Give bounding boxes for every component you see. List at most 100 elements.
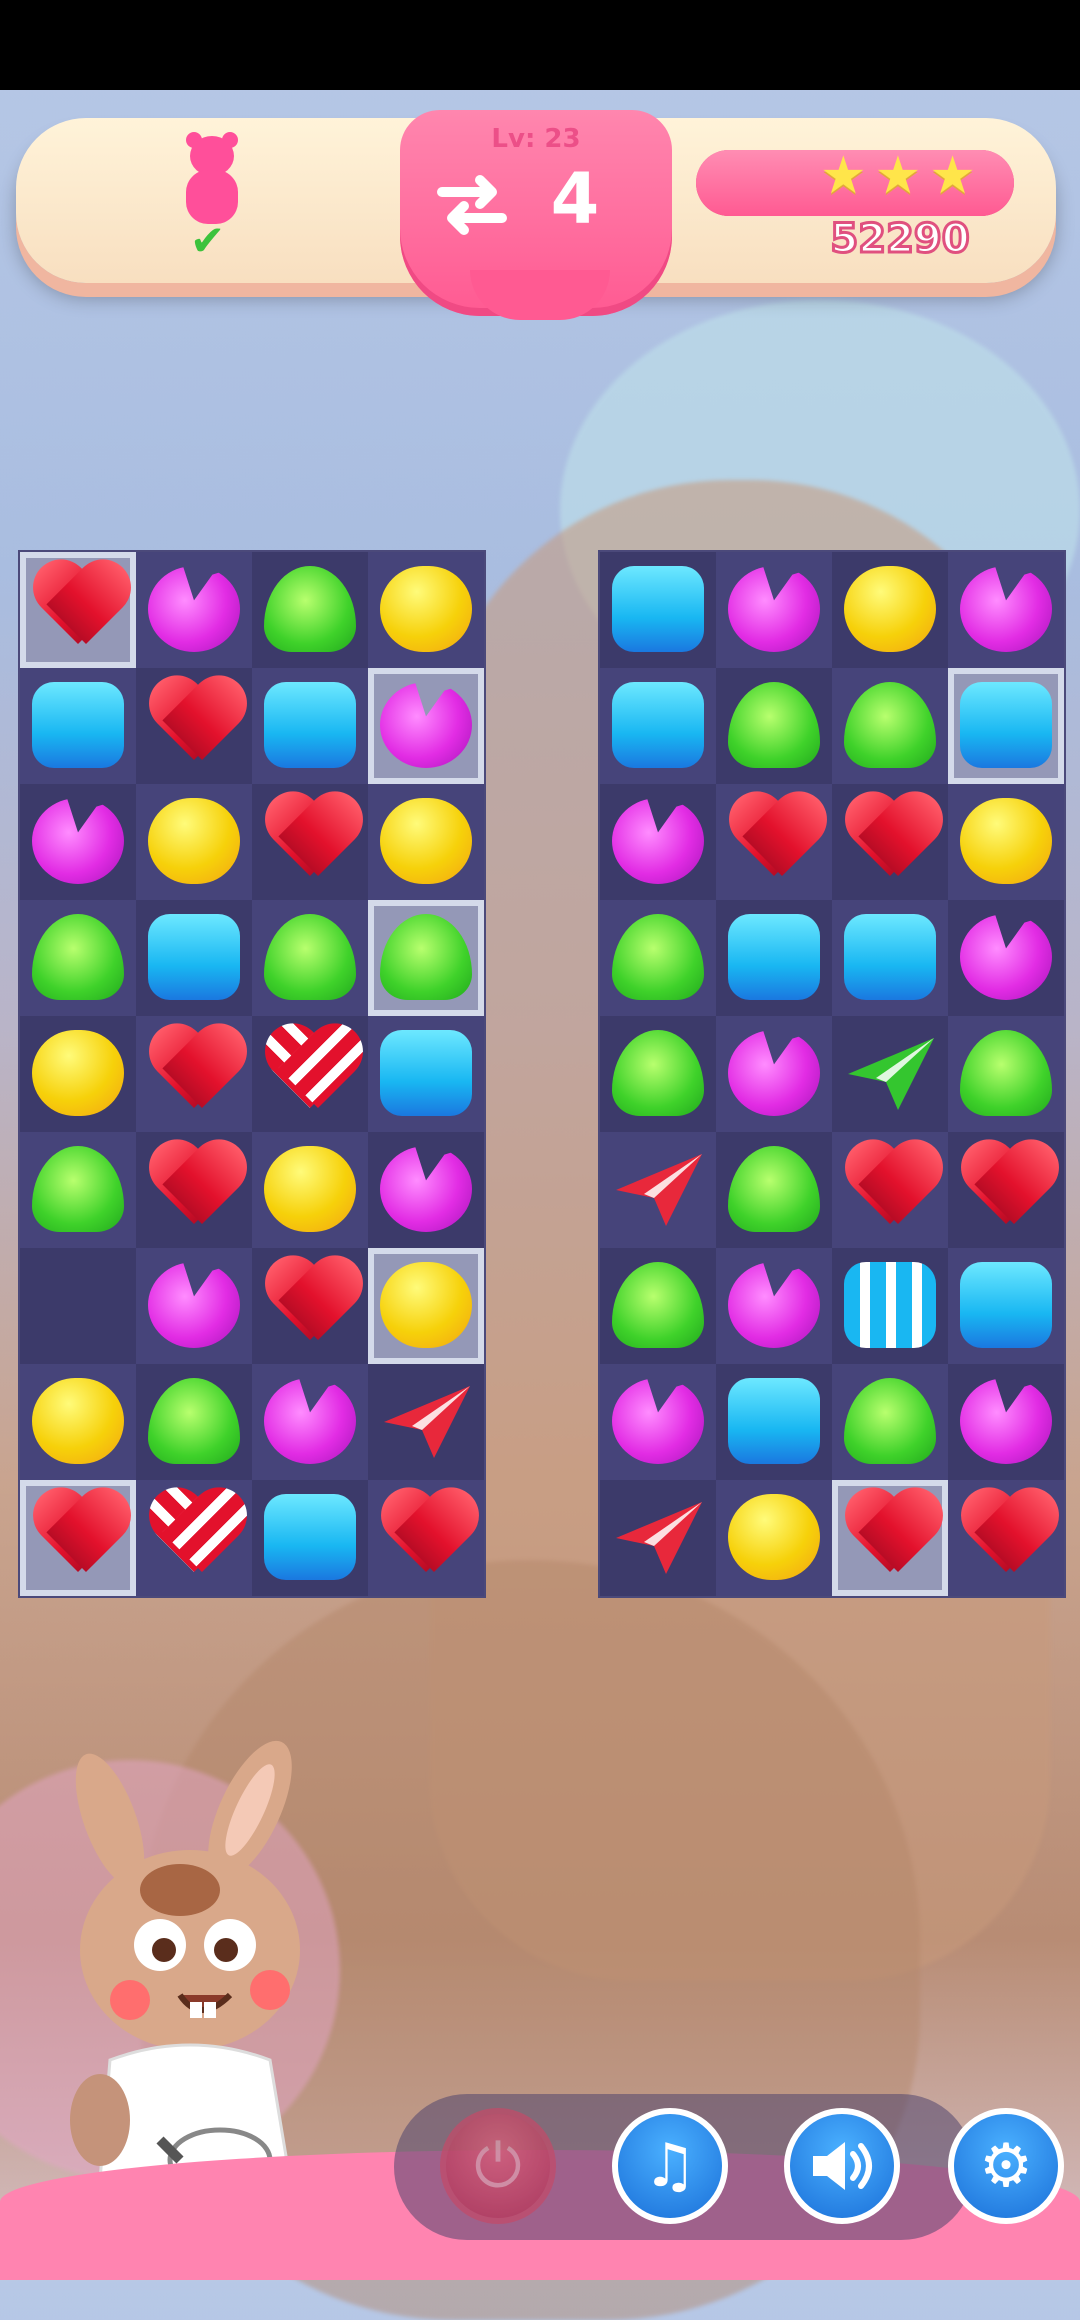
board-cell[interactable] (600, 1364, 716, 1480)
settings-button[interactable]: ⚙ (948, 2108, 1064, 2224)
green-drop-candy[interactable] (728, 682, 820, 768)
purple-moon-candy[interactable] (32, 798, 124, 884)
board-cell[interactable] (948, 900, 1064, 1016)
board-cell[interactable] (252, 552, 368, 668)
red-heart-candy[interactable] (842, 1144, 938, 1234)
music-toggle-button[interactable]: ♫ (612, 2108, 728, 2224)
board-cell[interactable] (252, 1364, 368, 1480)
yellow-round-candy[interactable] (380, 1262, 472, 1348)
board-cell[interactable] (832, 552, 948, 668)
board-cell[interactable] (368, 1132, 484, 1248)
paper-plane-candy[interactable] (846, 1034, 936, 1114)
board-cell[interactable] (832, 1016, 948, 1132)
purple-moon-candy[interactable] (728, 566, 820, 652)
purple-moon-candy[interactable] (380, 682, 472, 768)
blue-square-candy[interactable] (728, 1378, 820, 1464)
frozen-board-cell[interactable] (20, 552, 136, 668)
green-drop-candy[interactable] (380, 914, 472, 1000)
yellow-round-candy[interactable] (380, 566, 472, 652)
green-drop-candy[interactable] (844, 682, 936, 768)
purple-moon-candy[interactable] (960, 914, 1052, 1000)
green-drop-candy[interactable] (612, 1262, 704, 1348)
board-cell[interactable] (20, 1364, 136, 1480)
purple-moon-candy[interactable] (612, 798, 704, 884)
board-cell[interactable] (252, 1248, 368, 1364)
board-cell[interactable] (716, 1248, 832, 1364)
blue-square-candy[interactable] (612, 682, 704, 768)
power-button[interactable]: ⏻ (440, 2108, 556, 2224)
blue-square-candy[interactable] (264, 682, 356, 768)
yellow-round-candy[interactable] (728, 1494, 820, 1580)
red-heart-candy[interactable] (262, 1260, 358, 1350)
yellow-round-candy[interactable] (380, 798, 472, 884)
red-heart-candy[interactable] (30, 1492, 126, 1582)
blue-square-candy[interactable] (32, 682, 124, 768)
board-cell[interactable] (600, 784, 716, 900)
board-cell[interactable] (832, 1364, 948, 1480)
green-drop-candy[interactable] (844, 1378, 936, 1464)
board-cell[interactable] (948, 1248, 1064, 1364)
board-cell[interactable] (832, 1248, 948, 1364)
board-cell[interactable] (136, 1132, 252, 1248)
board-cell[interactable] (136, 1248, 252, 1364)
red-heart-candy[interactable] (378, 1492, 474, 1582)
frozen-board-cell[interactable] (20, 1480, 136, 1596)
blue-square-candy[interactable] (960, 682, 1052, 768)
purple-moon-candy[interactable] (148, 1262, 240, 1348)
red-heart-candy[interactable] (30, 564, 126, 654)
board-cell[interactable] (368, 1480, 484, 1596)
board-cell[interactable] (600, 1248, 716, 1364)
board-cell[interactable] (600, 900, 716, 1016)
board-cell[interactable] (136, 784, 252, 900)
striped-red-heart-candy[interactable] (262, 1028, 358, 1118)
board-cell[interactable] (832, 900, 948, 1016)
frozen-board-cell[interactable] (948, 668, 1064, 784)
board-cell[interactable] (252, 668, 368, 784)
board-cell[interactable] (716, 1480, 832, 1596)
board-cell[interactable] (716, 1364, 832, 1480)
blue-square-candy[interactable] (728, 914, 820, 1000)
blue-square-candy[interactable] (264, 1494, 356, 1580)
board-cell[interactable] (252, 1016, 368, 1132)
sound-toggle-button[interactable] (784, 2108, 900, 2224)
purple-moon-candy[interactable] (380, 1146, 472, 1232)
board-cell[interactable] (600, 668, 716, 784)
green-drop-candy[interactable] (728, 1146, 820, 1232)
green-drop-candy[interactable] (612, 1030, 704, 1116)
purple-moon-candy[interactable] (264, 1378, 356, 1464)
board-cell[interactable] (948, 784, 1064, 900)
board-cell[interactable] (136, 1364, 252, 1480)
board-cell[interactable] (20, 1016, 136, 1132)
board-cell[interactable] (368, 1016, 484, 1132)
red-heart-candy[interactable] (726, 796, 822, 886)
paper-plane-candy[interactable] (382, 1382, 472, 1462)
board-cell[interactable] (136, 668, 252, 784)
purple-moon-candy[interactable] (148, 566, 240, 652)
purple-moon-candy[interactable] (960, 1378, 1052, 1464)
board-cell[interactable] (136, 1016, 252, 1132)
striped-blue-square-candy[interactable] (844, 1262, 936, 1348)
board-cell[interactable] (832, 668, 948, 784)
red-heart-candy[interactable] (842, 796, 938, 886)
paper-plane-candy[interactable] (614, 1498, 704, 1578)
board-cell[interactable] (832, 1132, 948, 1248)
board-cell[interactable] (716, 784, 832, 900)
board-cell[interactable] (716, 1132, 832, 1248)
green-drop-candy[interactable] (264, 566, 356, 652)
board-cell[interactable] (716, 668, 832, 784)
blue-square-candy[interactable] (612, 566, 704, 652)
paper-plane-candy[interactable] (614, 1150, 704, 1230)
purple-moon-candy[interactable] (728, 1262, 820, 1348)
frozen-board-cell[interactable] (368, 1248, 484, 1364)
green-drop-candy[interactable] (264, 914, 356, 1000)
board-cell[interactable] (948, 1364, 1064, 1480)
board-cell[interactable] (948, 1132, 1064, 1248)
board-cell[interactable] (948, 552, 1064, 668)
yellow-round-candy[interactable] (844, 566, 936, 652)
red-heart-candy[interactable] (262, 796, 358, 886)
yellow-round-candy[interactable] (32, 1030, 124, 1116)
green-drop-candy[interactable] (32, 1146, 124, 1232)
board-cell[interactable] (20, 668, 136, 784)
blue-square-candy[interactable] (148, 914, 240, 1000)
board-cell[interactable] (252, 1132, 368, 1248)
